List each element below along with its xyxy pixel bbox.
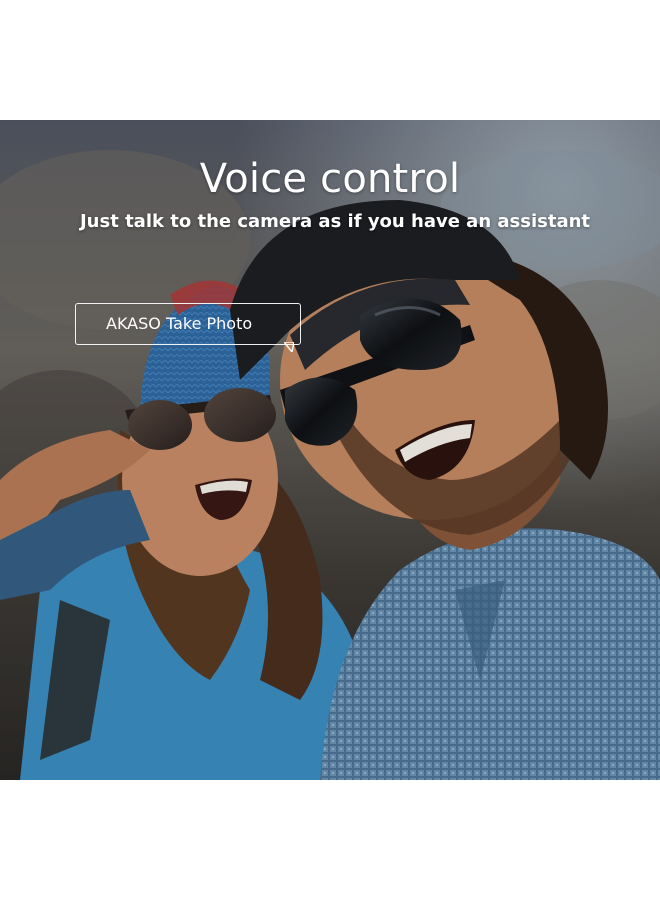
voice-command-bubble: AKASO Take Photo — [75, 303, 301, 352]
headline-subtitle: Just talk to the camera as if you have a… — [79, 211, 591, 232]
speech-tail-icon — [284, 342, 294, 352]
page: Voice control Just talk to the camera as… — [0, 0, 660, 900]
voice-command-text: AKASO Take Photo — [106, 314, 253, 333]
headline-title: Voice control — [199, 156, 461, 202]
